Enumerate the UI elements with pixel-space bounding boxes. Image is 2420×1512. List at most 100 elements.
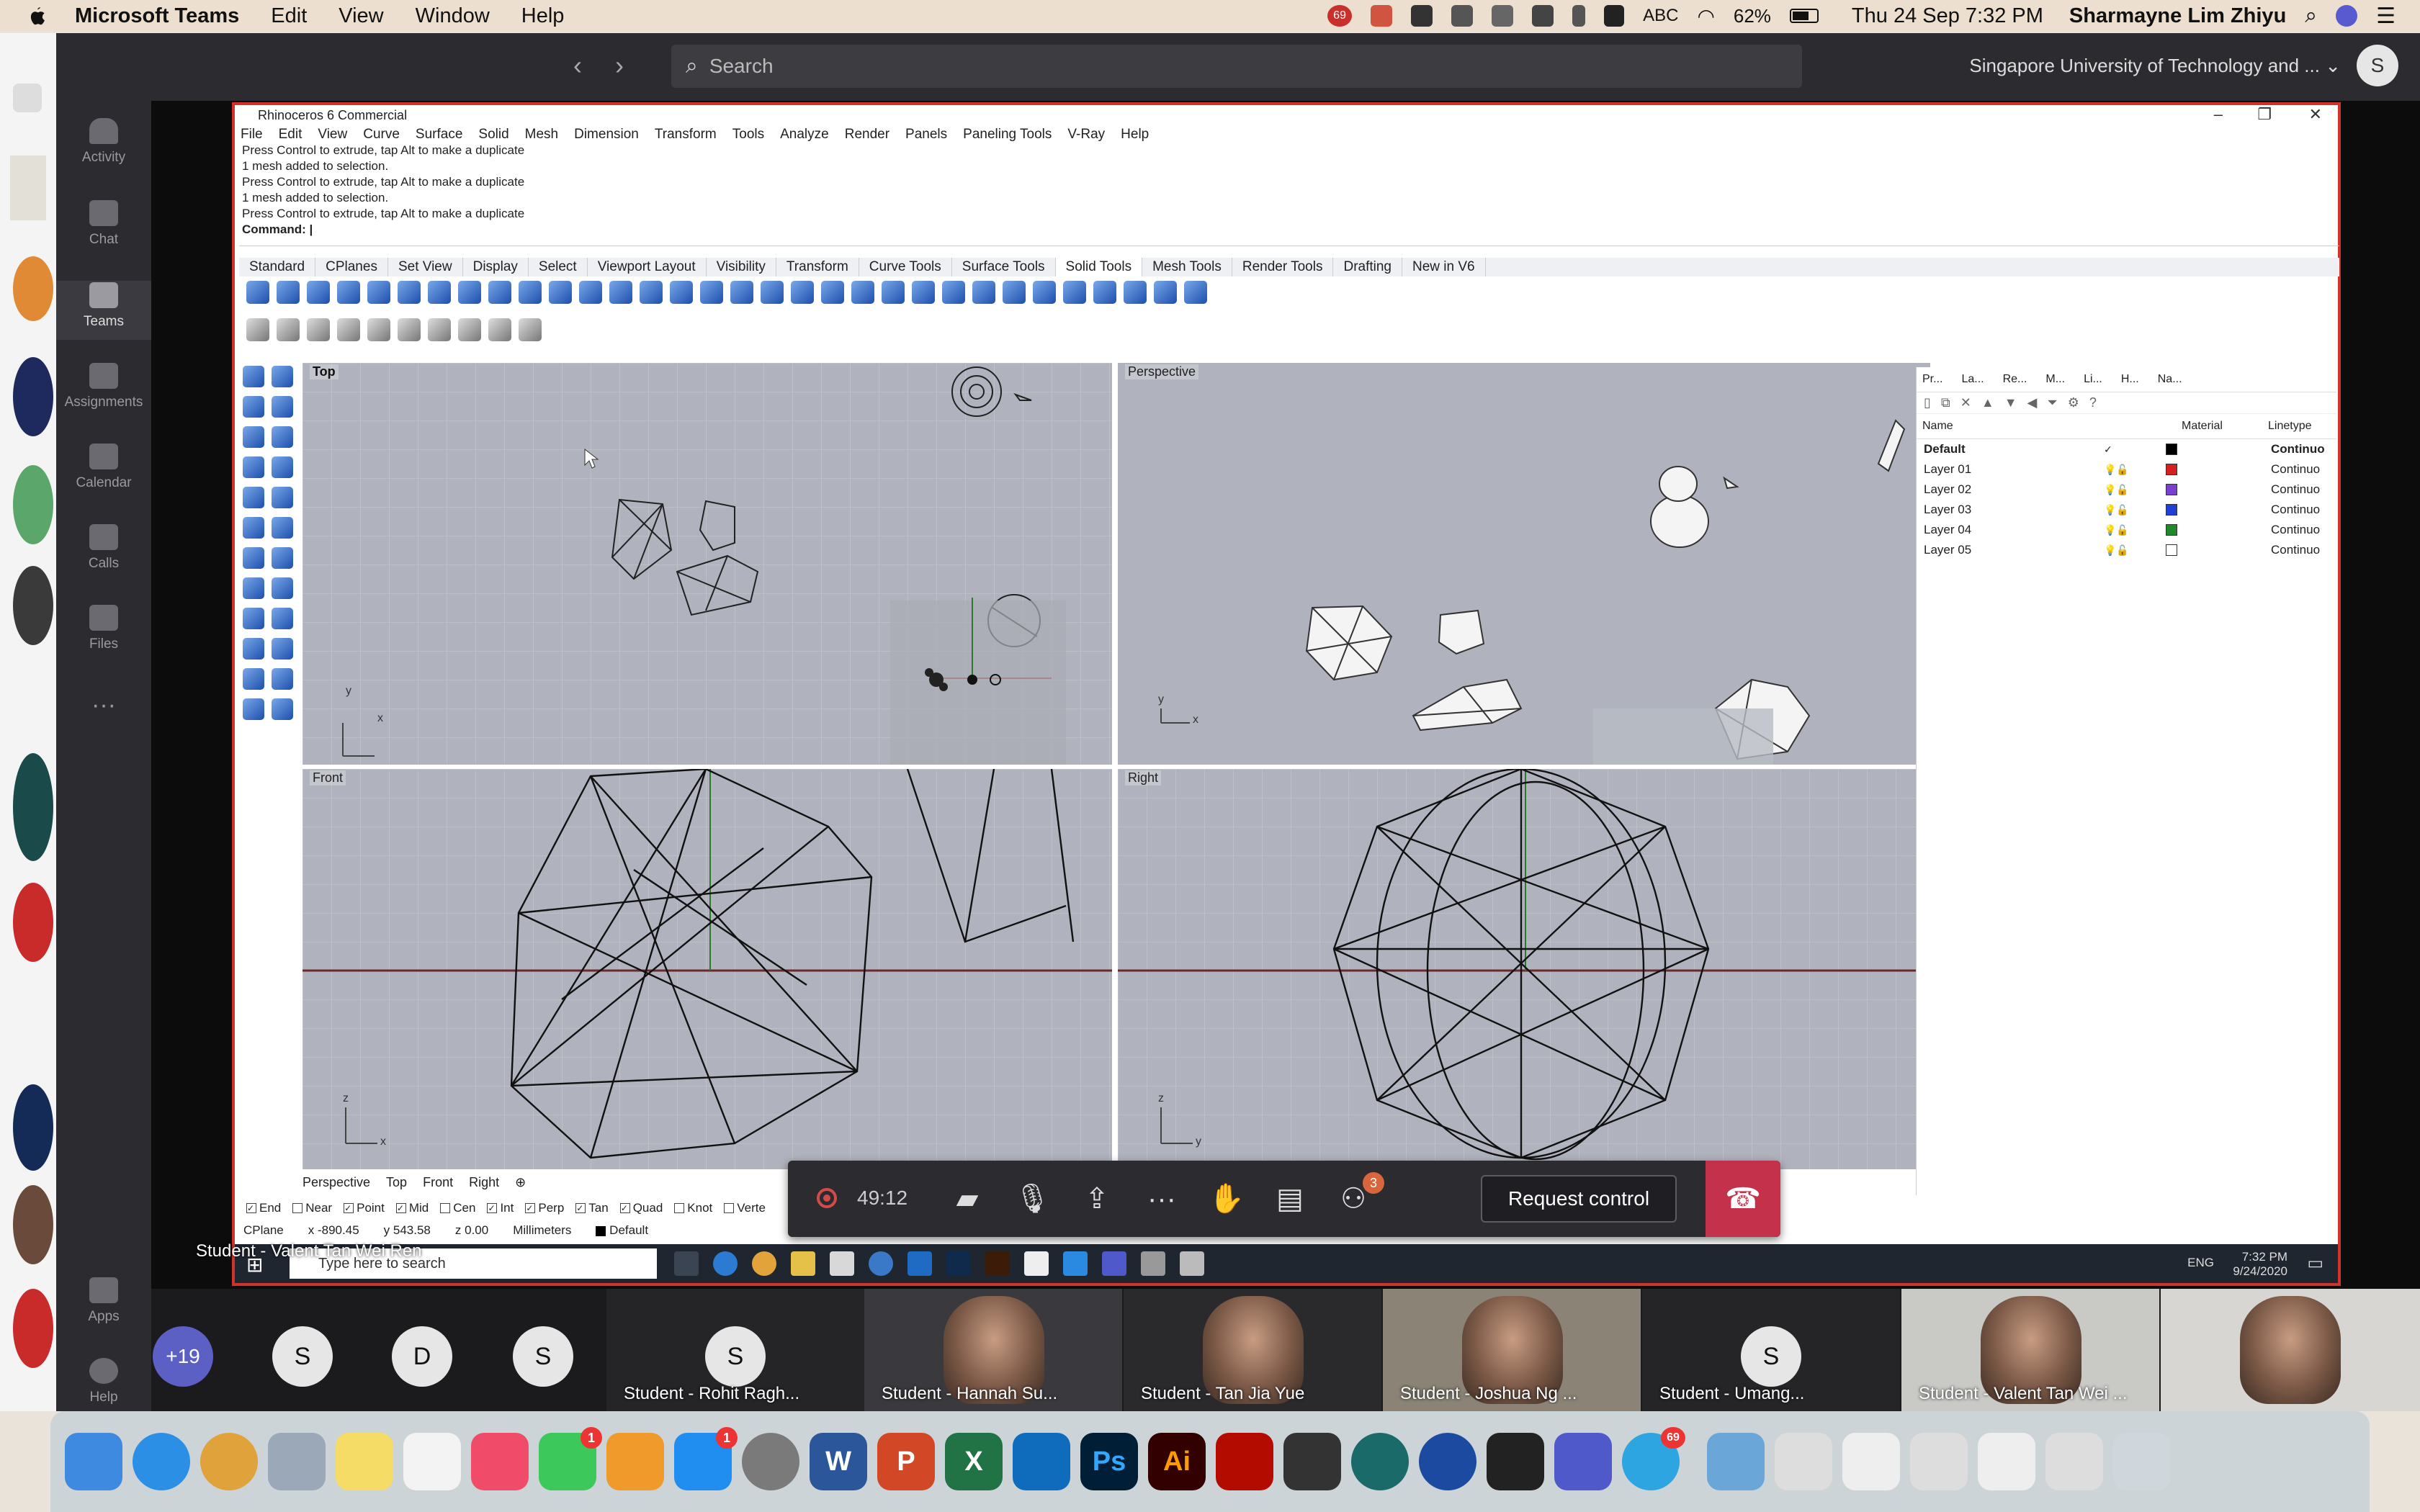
layer-state-icons[interactable]: 💡🔓 [2104,524,2140,536]
status-units[interactable]: Millimeters [513,1223,571,1238]
rail-item-help[interactable]: Help [56,1358,151,1405]
recent-window-icon[interactable] [1842,1433,1900,1490]
help-icon[interactable]: ? [2089,395,2097,410]
tool-icon[interactable] [398,318,421,341]
chrome-icon[interactable] [752,1251,776,1276]
rhino-icon[interactable] [1351,1433,1409,1490]
illustrator-icon[interactable] [985,1251,1010,1276]
viewport-tab-right[interactable]: Right [469,1175,499,1190]
rhino-menu-item[interactable]: V-Ray [1067,127,1105,142]
spotlight-icon[interactable]: ⌕ [2305,4,2317,28]
solid-tool-icon[interactable] [337,281,360,304]
command-prompt[interactable]: Command: | [242,222,2339,238]
adobe-icon[interactable] [1487,1433,1544,1490]
solid-tool-icon[interactable] [730,281,753,304]
toolbar-tab[interactable]: Curve Tools [859,258,952,276]
solid-tool-icon[interactable] [246,281,269,304]
downloads-folder-icon[interactable] [1707,1433,1765,1490]
app-menu-teams[interactable]: Microsoft Teams [75,4,239,28]
telegram-icon[interactable]: 69 [1622,1427,1685,1490]
safari-icon[interactable] [133,1433,190,1490]
modeling-tool-icon[interactable] [272,608,293,629]
move-up-icon[interactable]: ▲ [1981,395,1994,410]
rhino-menu-item[interactable]: Render [845,127,889,142]
finder-icon[interactable] [65,1433,122,1490]
tool-icon[interactable] [428,318,451,341]
siri-icon[interactable] [2336,5,2358,27]
solid-tool-icon[interactable] [458,281,481,304]
participant-tile[interactable]: Student - Joshua Ng ... [1383,1289,1641,1411]
preview-icon[interactable] [268,1433,326,1490]
move-down-icon[interactable]: ▼ [2004,395,2017,410]
viewport-tab-perspective[interactable]: Perspective [302,1175,370,1190]
tool-icon[interactable] [519,318,542,341]
solid-tool-icon[interactable] [912,281,935,304]
notes-icon[interactable] [336,1433,393,1490]
layer-color-swatch[interactable] [2166,544,2177,556]
solid-tool-icon[interactable] [1003,281,1026,304]
layer-state-icons[interactable]: 💡🔓 [2104,484,2140,496]
task-view-icon[interactable] [674,1251,699,1276]
modeling-tool-icon[interactable] [243,638,264,660]
photoshop-icon[interactable] [946,1251,971,1276]
rail-item-assignments[interactable]: Assignments [56,363,151,410]
solid-tool-icon[interactable] [307,281,330,304]
status-app-icon[interactable] [1371,5,1393,27]
modeling-tool-icon[interactable] [272,426,293,448]
osnap-checkbox[interactable]: ✓ Perp [525,1201,564,1215]
delete-icon[interactable]: ✕ [1960,395,1971,410]
layer-state-icons[interactable]: 💡🔓 [2104,464,2140,476]
modeling-tool-icon[interactable] [243,698,264,720]
add-viewport-icon[interactable]: ⊕ [515,1175,526,1190]
toolbar-tab[interactable]: Solid Tools [1055,258,1143,276]
teams-icon[interactable] [1554,1433,1612,1490]
rhino-menu-item[interactable]: Tools [732,127,764,142]
tools-icon[interactable]: ⚙ [2068,395,2079,410]
rail-item-teams[interactable]: Teams [56,281,151,340]
solid-tool-icon[interactable] [367,281,390,304]
teams-taskbar-icon[interactable] [1102,1251,1126,1276]
modeling-tool-icon[interactable] [272,517,293,539]
rail-item-chat[interactable]: Chat [56,200,151,248]
more-apps-icon[interactable]: ··· [56,691,151,719]
participant-tile[interactable]: Student - Tan Jia Yue [1124,1289,1381,1411]
recent-window-icon[interactable] [2045,1433,2103,1490]
osnap-checkbox[interactable]: ✓ Tan [575,1201,609,1215]
solid-tool-icon[interactable] [579,281,602,304]
hang-up-button[interactable]: ☎ [1706,1161,1780,1237]
panel-tab[interactable]: Li... [2084,373,2102,386]
notifications-icon[interactable]: ▭ [2307,1253,2323,1274]
layer-state-icons[interactable]: 💡🔓 [2104,504,2140,516]
layer-row[interactable]: Default ✓ Continuo [1917,439,2336,459]
layer-color-swatch[interactable] [2166,464,2177,475]
file-explorer-icon[interactable] [791,1251,815,1276]
toolbar-tab[interactable]: Set View [388,258,463,276]
layer-state-icons[interactable]: 💡🔓 [2104,544,2140,557]
solid-tool-icon[interactable] [1184,281,1207,304]
solid-tool-icon[interactable] [670,281,693,304]
modeling-tool-icon[interactable] [272,366,293,387]
solid-tool-icon[interactable] [519,281,542,304]
camera-icon[interactable]: ▰ [949,1181,985,1217]
app-icon[interactable] [1063,1251,1088,1276]
new-sublayer-icon[interactable]: ⧉ [1941,395,1950,410]
toolbar-tab[interactable]: New in V6 [1402,258,1486,276]
panel-tab[interactable]: M... [2045,373,2065,386]
tool-icon[interactable] [458,318,481,341]
rhino-taskbar-icon[interactable] [1141,1251,1165,1276]
layer-row[interactable]: Layer 01 💡🔓 Continuo [1917,459,2336,480]
tool-icon[interactable] [277,318,300,341]
rail-item-files[interactable]: Files [56,605,151,652]
rail-item-activity[interactable]: Activity [56,118,151,166]
tool-icon[interactable] [488,318,511,341]
osnap-checkbox[interactable]: ✓ Quad [619,1201,663,1215]
modeling-tool-icon[interactable] [243,577,264,599]
rhino-menu-item[interactable]: Transform [655,127,717,142]
recent-window-icon[interactable] [1978,1433,2035,1490]
rail-item-calendar[interactable]: Calendar [56,444,151,491]
rhino-menu-item[interactable]: View [318,127,347,142]
request-control-button[interactable]: Request control [1481,1175,1677,1223]
layer-color-swatch[interactable] [2166,484,2177,495]
more-actions-icon[interactable]: ··· [1144,1181,1180,1217]
rail-item-calls[interactable]: Calls [56,524,151,572]
